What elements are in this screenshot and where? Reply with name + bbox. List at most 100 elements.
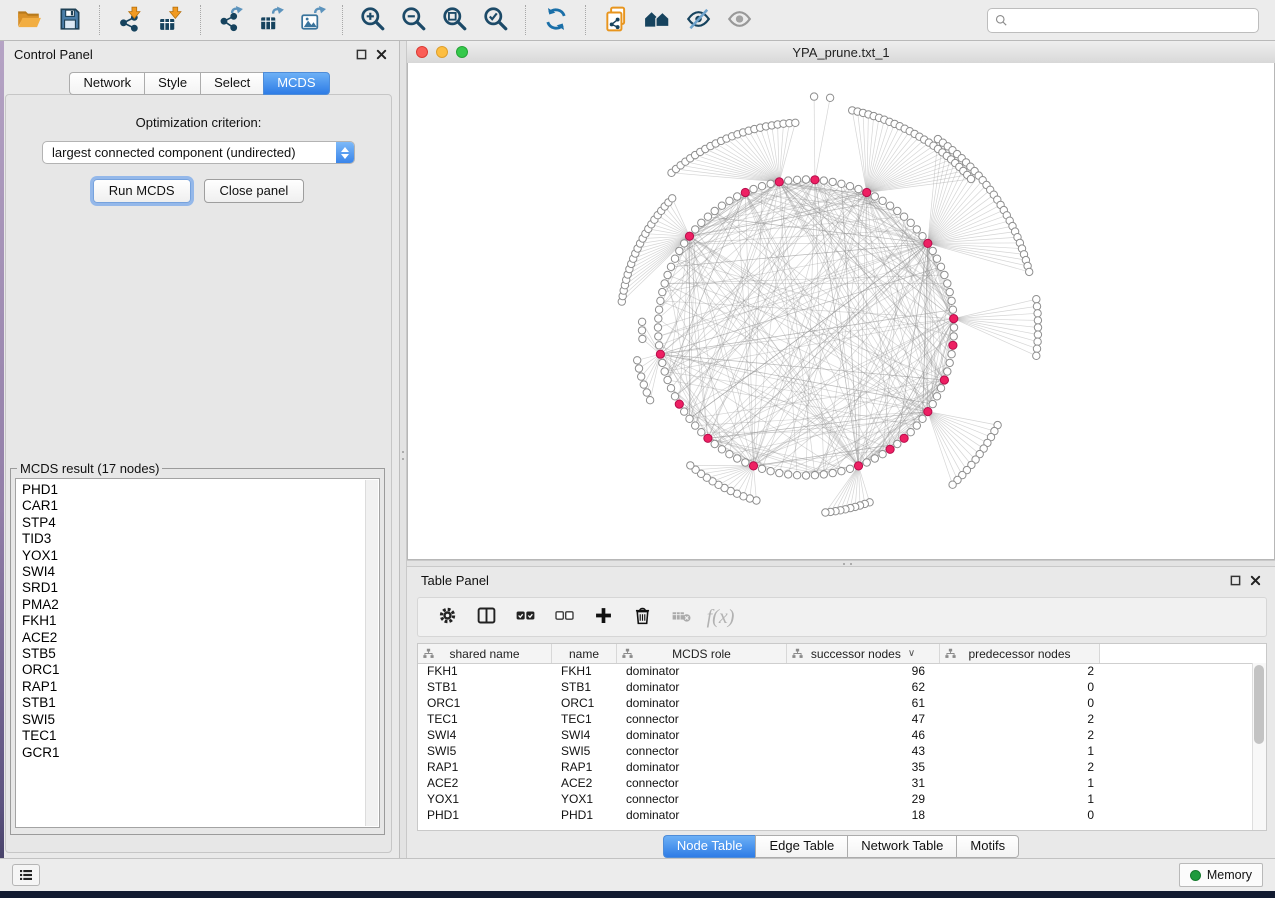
column-header-label: shared name [449, 647, 519, 661]
column-header-label: MCDS role [672, 647, 731, 661]
hide-selected-button[interactable] [677, 4, 718, 37]
search-input[interactable] [1009, 9, 1258, 31]
zoom-out-icon [401, 6, 427, 35]
save-button[interactable] [49, 4, 90, 37]
vertical-splitter[interactable] [400, 41, 407, 858]
table-row[interactable]: SWI5SWI5connector431 [418, 744, 1266, 760]
add-column-button[interactable] [584, 599, 623, 635]
table-row[interactable]: YOX1YOX1connector291 [418, 792, 1266, 808]
close-panel-icon[interactable] [376, 49, 387, 60]
mcds-result-item[interactable]: STP4 [22, 515, 365, 531]
network-canvas[interactable] [407, 63, 1275, 560]
table-cell: dominator [617, 808, 787, 824]
import-table-button[interactable] [150, 4, 191, 37]
mcds-result-item[interactable]: PMA2 [22, 597, 365, 613]
tab-network[interactable]: Network [69, 72, 144, 95]
refresh-button[interactable] [535, 4, 576, 37]
export-image-button[interactable] [292, 4, 333, 37]
first-neighbors-button[interactable] [636, 4, 677, 37]
table-row[interactable]: SWI4SWI4dominator462 [418, 728, 1266, 744]
run-mcds-button[interactable]: Run MCDS [93, 179, 191, 203]
open-button[interactable] [8, 4, 49, 37]
table-header-row: shared name name MCDS role successor nodes∨… [418, 644, 1266, 664]
task-history-button[interactable] [12, 864, 40, 886]
column-header-successor-nodes[interactable]: successor nodes∨ [787, 644, 940, 663]
mcds-result-item[interactable]: SWI5 [22, 712, 365, 728]
horizontal-splitter[interactable] [407, 560, 1275, 567]
function-builder-button: f(x) [701, 599, 740, 635]
export-image-icon [300, 6, 326, 35]
table-cell: connector [617, 712, 787, 728]
export-network-button[interactable] [210, 4, 251, 37]
column-header-shared-name[interactable]: shared name [418, 644, 552, 663]
search-box[interactable] [987, 8, 1259, 33]
column-header-predecessor-nodes[interactable]: predecessor nodes [940, 644, 1100, 663]
table-panel: Table Panel f(x) shared namenameMCDS rol… [407, 567, 1275, 858]
tab-edge-table[interactable]: Edge Table [755, 835, 847, 858]
float-table-panel-icon[interactable] [1230, 575, 1241, 586]
column-layout-button[interactable] [467, 599, 506, 635]
tab-network-table[interactable]: Network Table [847, 835, 956, 858]
table-row[interactable]: RAP1RAP1dominator352 [418, 760, 1266, 776]
table-settings-button[interactable] [428, 599, 467, 635]
mcds-result-item[interactable]: ACE2 [22, 630, 365, 646]
network-graph[interactable] [408, 63, 1274, 559]
mcds-result-item[interactable]: CAR1 [22, 498, 365, 514]
float-panel-icon[interactable] [356, 49, 367, 60]
tab-node-table[interactable]: Node Table [663, 835, 756, 858]
table-row[interactable]: PHD1PHD1dominator180 [418, 808, 1266, 824]
mcds-result-item[interactable]: RAP1 [22, 679, 365, 695]
zoom-fit-button[interactable] [434, 4, 475, 37]
mcds-result-item[interactable]: TID3 [22, 531, 365, 547]
table-row[interactable]: FKH1FKH1dominator962 [418, 664, 1266, 680]
select-none-button[interactable] [545, 599, 584, 635]
network-window-titlebar: YPA_prune.txt_1 [407, 41, 1275, 64]
main-toolbar [0, 0, 1275, 41]
network-files-button[interactable] [595, 4, 636, 37]
zoom-in-button[interactable] [352, 4, 393, 37]
header-filler [1100, 644, 1266, 663]
tab-select[interactable]: Select [200, 72, 263, 95]
table-row[interactable]: ACE2ACE2connector311 [418, 776, 1266, 792]
table-cell: FKH1 [552, 664, 617, 680]
table-cell: PHD1 [552, 808, 617, 824]
column-header-mcds-role[interactable]: MCDS role [617, 644, 787, 663]
tab-style[interactable]: Style [144, 72, 200, 95]
mcds-result-item[interactable]: GCR1 [22, 745, 365, 761]
tab-motifs[interactable]: Motifs [956, 835, 1019, 858]
mcds-result-item[interactable]: STB5 [22, 646, 365, 662]
zoom-out-button[interactable] [393, 4, 434, 37]
toolbar-separator [200, 5, 201, 35]
mcds-result-item[interactable]: TEC1 [22, 728, 365, 744]
mcds-result-item[interactable]: STB1 [22, 695, 365, 711]
table-scrollbar-thumb[interactable] [1254, 665, 1264, 744]
mcds-result-item[interactable]: SRD1 [22, 580, 365, 596]
tab-mcds[interactable]: MCDS [263, 72, 329, 95]
mcds-result-list[interactable]: PHD1CAR1STP4TID3YOX1SWI4SRD1PMA2FKH1ACE2… [15, 478, 380, 828]
table-cell: STB1 [552, 680, 617, 696]
mcds-result-item[interactable]: YOX1 [22, 548, 365, 564]
close-panel-button[interactable]: Close panel [204, 179, 305, 203]
table-row[interactable]: STB1STB1dominator620 [418, 680, 1266, 696]
delete-column-button[interactable] [623, 599, 662, 635]
mcds-result-item[interactable]: FKH1 [22, 613, 365, 629]
table-scrollbar[interactable] [1252, 663, 1266, 830]
table-row[interactable]: TEC1TEC1connector472 [418, 712, 1266, 728]
mcds-result-item[interactable]: SWI4 [22, 564, 365, 580]
table-row[interactable]: ORC1ORC1dominator610 [418, 696, 1266, 712]
memory-button[interactable]: Memory [1179, 863, 1263, 887]
control-panel-tabs: NetworkStyleSelectMCDS [0, 72, 399, 95]
mcds-list-scrollbar[interactable] [365, 480, 378, 826]
close-table-panel-icon[interactable] [1250, 575, 1261, 586]
select-all-button[interactable] [506, 599, 545, 635]
column-header-name[interactable]: name [552, 644, 617, 663]
zoom-selected-button[interactable] [475, 4, 516, 37]
table-cell: RAP1 [418, 760, 552, 776]
mcds-result-item[interactable]: ORC1 [22, 662, 365, 678]
criterion-dropdown[interactable]: largest connected component (undirected) [42, 141, 355, 164]
export-table-button[interactable] [251, 4, 292, 37]
table-cell: YOX1 [418, 792, 552, 808]
table-panel-tabs: Node TableEdge TableNetwork TableMotifs [407, 835, 1275, 858]
mcds-result-item[interactable]: PHD1 [22, 482, 365, 498]
import-network-button[interactable] [109, 4, 150, 37]
